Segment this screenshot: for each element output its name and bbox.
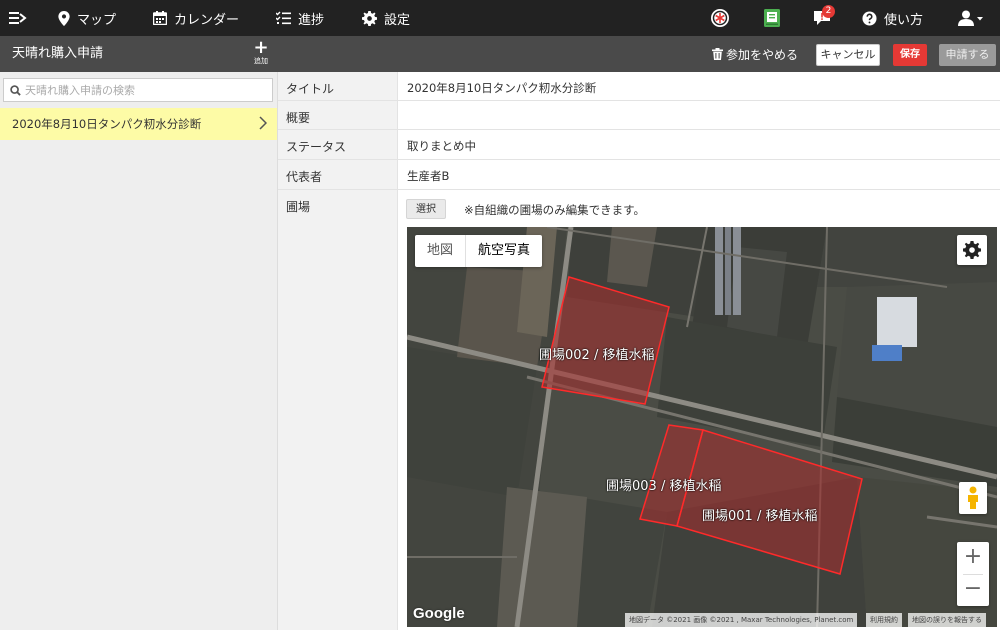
- chevron-right-icon: [259, 116, 267, 130]
- map-type-control: 地図 航空写真: [415, 235, 543, 267]
- list-item[interactable]: 2020年8月10日タンパク籾水分診断: [0, 108, 277, 140]
- nav-help[interactable]: 使い方: [862, 0, 923, 36]
- edit-note: ※自組織の圃場のみ編集できます。: [464, 203, 645, 217]
- form-row-status: ステータス 取りまとめ中: [278, 130, 1000, 160]
- zoom-divider: [963, 574, 983, 575]
- status-value: 取りまとめ中: [407, 139, 476, 153]
- leave-label: 参加をやめる: [726, 47, 799, 62]
- manual-book-icon[interactable]: [760, 0, 784, 36]
- gear-icon: [362, 10, 377, 26]
- nav-progress[interactable]: 進捗: [276, 0, 324, 36]
- nav-calendar-label: カレンダー: [174, 12, 240, 28]
- sub-header: 天晴れ購入申請 + 追加 参加をやめる キャンセル 保存 申請する: [0, 36, 1000, 72]
- checklist-icon: [276, 11, 291, 25]
- status-label: ステータス: [278, 130, 398, 159]
- notifications-button[interactable]: 2: [810, 0, 835, 36]
- title-label: タイトル: [278, 72, 398, 100]
- form-row-title: タイトル 2020年8月10日タンパク籾水分診断: [278, 72, 1000, 101]
- search-icon: [10, 84, 21, 96]
- google-logo: Google: [413, 605, 465, 622]
- nav-progress-label: 進捗: [298, 12, 325, 28]
- form-row-summary: 概要: [278, 101, 1000, 130]
- top-navbar: マップ カレンダー 進捗 設定 2 使い方: [0, 0, 1000, 36]
- cancel-button[interactable]: キャンセル: [816, 44, 880, 66]
- report-error-link[interactable]: 地図の誤りを報告する: [908, 613, 986, 627]
- field-003-label[interactable]: 圃場003 / 移植水稲: [606, 475, 721, 494]
- trash-icon: [712, 48, 723, 60]
- nav-help-label: 使い方: [884, 12, 924, 28]
- zoom-out-button[interactable]: −: [957, 574, 989, 606]
- user-menu-button[interactable]: [956, 0, 986, 36]
- page-title: 天晴れ購入申請: [12, 46, 104, 61]
- form-row-representative: 代表者 生産者B: [278, 160, 1000, 190]
- nav-settings[interactable]: 設定: [362, 0, 410, 36]
- notification-count-badge: 2: [822, 5, 835, 18]
- support-icon[interactable]: [708, 0, 732, 36]
- nav-map[interactable]: マップ: [58, 0, 116, 36]
- select-field-button[interactable]: 選択: [406, 199, 446, 219]
- calendar-icon: [153, 11, 167, 25]
- gear-icon: [963, 241, 981, 259]
- terms-link[interactable]: 利用規約: [866, 613, 902, 627]
- user-icon: [958, 10, 983, 26]
- map-pin-icon: [58, 10, 70, 26]
- field-002-label[interactable]: 圃場002 / 移植水稲: [539, 344, 654, 363]
- zoom-control: + −: [957, 542, 989, 606]
- nav-calendar[interactable]: カレンダー: [153, 0, 239, 36]
- nav-map-label: マップ: [77, 12, 117, 28]
- map-type-map-button[interactable]: 地図: [415, 235, 465, 267]
- representative-value: 生産者B: [407, 169, 450, 183]
- apply-button[interactable]: 申請する: [939, 44, 996, 66]
- save-button[interactable]: 保存: [893, 44, 927, 66]
- map-type-satellite-button[interactable]: 航空写真: [465, 235, 542, 267]
- add-button[interactable]: + 追加: [250, 37, 272, 68]
- help-circle-icon: [862, 10, 877, 26]
- map-attribution: 地図データ ©2021 画像 ©2021 , Maxar Technologie…: [625, 613, 858, 627]
- search-input[interactable]: [25, 83, 265, 97]
- list-item-label: 2020年8月10日タンパク籾水分診断: [12, 117, 202, 131]
- plus-icon: +: [253, 37, 269, 58]
- title-value[interactable]: 2020年8月10日タンパク籾水分診断: [407, 80, 596, 96]
- search-box: [3, 78, 273, 102]
- satellite-map[interactable]: 圃場002 / 移植水稲 圃場003 / 移植水稲 圃場001 / 移植水稲 地…: [407, 227, 997, 627]
- pegman-icon: [968, 486, 978, 509]
- zoom-in-button[interactable]: +: [957, 542, 989, 574]
- satellite-imagery: [407, 227, 997, 627]
- leave-participation-button[interactable]: 参加をやめる: [712, 36, 798, 72]
- add-button-label: 追加: [254, 57, 268, 65]
- representative-label: 代表者: [278, 160, 398, 189]
- field-001-label[interactable]: 圃場001 / 移植水稲: [702, 505, 817, 524]
- nav-settings-label: 設定: [384, 12, 411, 28]
- street-view-pegman[interactable]: [959, 482, 987, 514]
- menu-collapse-icon[interactable]: [8, 0, 28, 36]
- map-settings-button[interactable]: [957, 235, 987, 265]
- sidebar: 2020年8月10日タンパク籾水分診断: [0, 72, 278, 630]
- summary-label: 概要: [278, 101, 398, 129]
- field-label: 圃場: [278, 190, 398, 630]
